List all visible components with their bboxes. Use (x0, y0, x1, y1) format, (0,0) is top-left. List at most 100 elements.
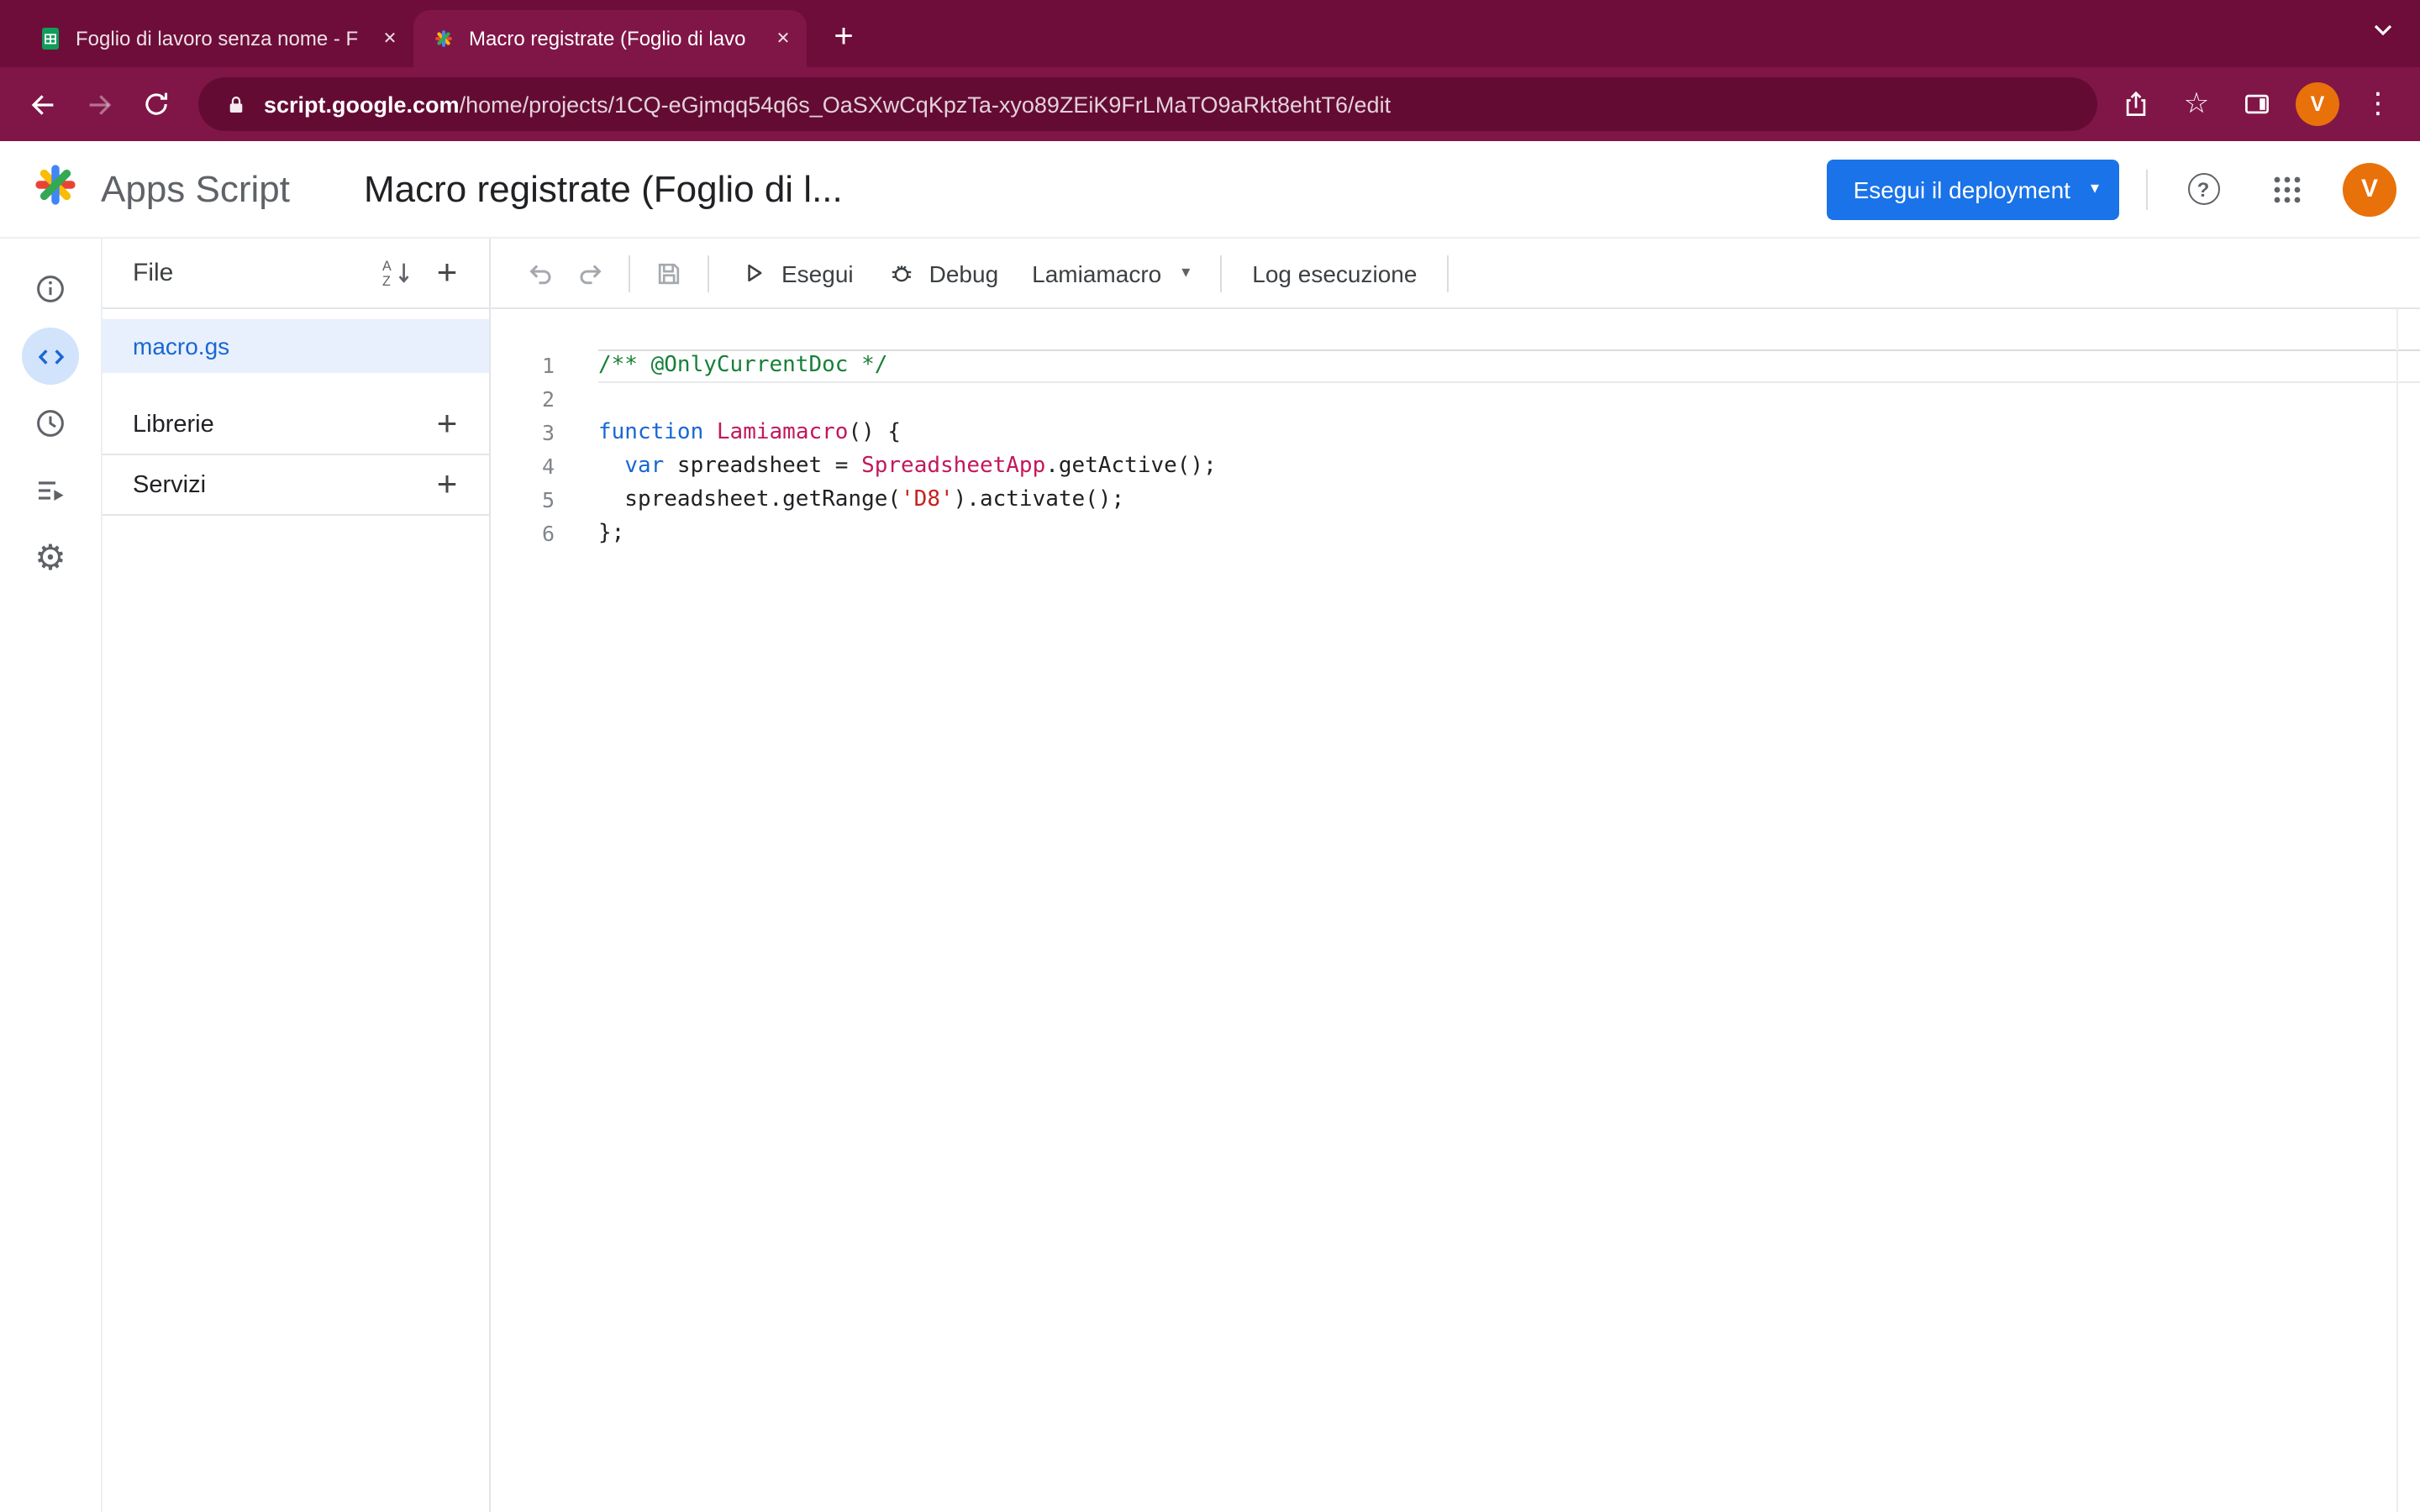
deploy-button-label: Esegui il deployment (1854, 176, 2070, 202)
editor-toolbar: Esegui Debug Lamiamacro ▾ Log esecuzione (491, 239, 2420, 309)
line-number[interactable]: 2 (491, 383, 555, 417)
add-file-button[interactable]: + (422, 248, 472, 298)
tab-title: Foglio di lavoro senza nome - F (76, 27, 363, 50)
toolbar-divider (1447, 255, 1449, 291)
code-line[interactable]: 5 spreadsheet.getRange('D8').activate(); (491, 484, 2420, 517)
code-line-text: function Lamiamacro() { (598, 417, 2420, 450)
file-item-macro-gs[interactable]: macro.gs (103, 319, 489, 373)
browser-tab-strip: Foglio di lavoro senza nome - F ✕ Macro … (0, 0, 2420, 67)
code-line[interactable]: 1 /** @OnlyCurrentDoc */ (491, 349, 2420, 383)
add-library-button[interactable]: + (422, 399, 472, 449)
code-icon (22, 328, 79, 385)
save-button[interactable] (644, 246, 694, 300)
code-line-text: spreadsheet.getRange('D8').activate(); (598, 484, 2420, 517)
files-panel-header: File AZ + (103, 239, 489, 309)
deploy-button[interactable]: Esegui il deployment ▾ (1827, 159, 2119, 219)
code-lines: 1 /** @OnlyCurrentDoc */ 23 function Lamiam… (491, 349, 2420, 551)
function-selector[interactable]: Lamiamacro ▾ (1015, 246, 1207, 300)
browser-tab-apps-script[interactable]: Macro registrate (Foglio di lavo ✕ (413, 10, 807, 67)
run-label: Esegui (781, 260, 854, 286)
browser-menu-kebab-icon[interactable]: ⋮ (2353, 79, 2403, 129)
tab-search-button[interactable] (2373, 15, 2393, 45)
svg-text:Z: Z (381, 274, 390, 289)
section-label: Servizi (133, 471, 422, 498)
browser-tab-sheets[interactable]: Foglio di lavoro senza nome - F ✕ (20, 10, 413, 67)
chevron-down-icon (2373, 15, 2393, 45)
browser-actions: ☆ V ⋮ (2111, 79, 2403, 129)
bookmark-star-icon[interactable]: ☆ (2171, 79, 2222, 129)
rail-item-executions[interactable] (0, 457, 102, 524)
header-divider (2146, 169, 2148, 209)
new-tab-button[interactable]: + (820, 13, 867, 60)
project-title[interactable]: Macro registrate (Foglio di l... (364, 167, 843, 211)
url-domain: script.google.com (264, 92, 460, 117)
line-number[interactable]: 3 (491, 417, 555, 450)
browser-toolbar: script.google.com/home/projects/1CQ-eGjm… (0, 67, 2420, 141)
rail-item-overview[interactable] (0, 255, 102, 323)
help-button[interactable]: ? (2175, 160, 2232, 218)
rail-item-editor[interactable] (0, 323, 102, 390)
close-tab-icon[interactable]: ✕ (770, 25, 797, 52)
undo-button[interactable] (514, 246, 565, 300)
section-label: Librerie (133, 411, 422, 438)
sidebar-section-services[interactable]: Servizi + (103, 455, 489, 516)
toolbar-divider (1220, 255, 1222, 291)
rail-item-settings[interactable]: ⚙ (0, 524, 102, 591)
tab-title: Macro registrate (Foglio di lavo (469, 27, 756, 50)
forward-button[interactable] (71, 76, 128, 133)
close-tab-icon[interactable]: ✕ (376, 25, 403, 52)
line-number[interactable]: 1 (491, 349, 555, 383)
google-sheets-icon (39, 27, 62, 50)
url-text: script.google.com/home/projects/1CQ-eGjm… (264, 92, 1391, 117)
sort-az-icon[interactable]: AZ (371, 248, 422, 298)
svg-text:A: A (381, 259, 391, 274)
product-name: Apps Script (101, 167, 290, 211)
line-number[interactable]: 6 (491, 517, 555, 551)
code-line[interactable]: 6}; (491, 517, 2420, 551)
account-avatar[interactable]: V (2343, 162, 2396, 216)
redo-button[interactable] (565, 246, 615, 300)
browser-profile-avatar[interactable]: V (2296, 82, 2339, 126)
share-icon[interactable] (2111, 79, 2161, 129)
apps-script-logo-icon (432, 27, 455, 50)
address-bar[interactable]: script.google.com/home/projects/1CQ-eGjm… (198, 77, 2097, 131)
help-icon: ? (2187, 173, 2219, 205)
code-line-text: var spreadsheet = SpreadsheetApp.getActi… (598, 450, 2420, 484)
code-editor[interactable]: 1 /** @OnlyCurrentDoc */ 23 function Lamiam… (491, 309, 2420, 1512)
debug-bug-icon (887, 259, 916, 287)
code-line-text: /** @OnlyCurrentDoc */ (598, 349, 2420, 383)
google-apps-grid-icon[interactable] (2259, 160, 2316, 218)
code-line[interactable]: 2 (491, 383, 2420, 417)
line-number[interactable]: 4 (491, 450, 555, 484)
caret-down-icon: ▾ (2091, 180, 2099, 198)
caret-down-icon: ▾ (1181, 264, 1190, 282)
apps-script-brand[interactable]: Apps Script (27, 156, 290, 222)
code-line[interactable]: 3 function Lamiamacro() { (491, 417, 2420, 450)
back-button[interactable] (13, 76, 71, 133)
code-line-text: }; (598, 517, 2420, 551)
code-line-text (598, 383, 2420, 417)
screen: Foglio di lavoro senza nome - F ✕ Macro … (0, 0, 2420, 1512)
run-button[interactable]: Esegui (723, 246, 871, 300)
clock-icon (22, 395, 79, 452)
editor-scrollbar-track[interactable] (2396, 309, 2420, 1512)
sidebar-section-libraries[interactable]: Librerie + (103, 395, 489, 455)
execution-log-button[interactable]: Log esecuzione (1235, 246, 1434, 300)
side-panel-icon[interactable] (2232, 79, 2282, 129)
app-header: Apps Script Macro registrate (Foglio di … (0, 141, 2420, 239)
workspace: ⚙ File AZ + macro.gs Librerie + (0, 239, 2420, 1512)
line-number[interactable]: 5 (491, 484, 555, 517)
executions-list-icon (22, 462, 79, 519)
add-service-button[interactable]: + (422, 459, 472, 510)
rail-item-triggers[interactable] (0, 390, 102, 457)
header-actions: Esegui il deployment ▾ ? V (1827, 159, 2396, 219)
debug-button[interactable]: Debug (871, 246, 1016, 300)
function-selector-value: Lamiamacro (1032, 260, 1161, 286)
play-icon (739, 259, 768, 287)
reload-button[interactable] (128, 76, 185, 133)
execution-log-label: Log esecuzione (1252, 260, 1417, 286)
file-name: macro.gs (133, 333, 229, 360)
files-panel: File AZ + macro.gs Librerie + Servizi + (103, 239, 491, 1512)
code-line[interactable]: 4 var spreadsheet = SpreadsheetApp.getAc… (491, 450, 2420, 484)
url-path: /home/projects/1CQ-eGjmqq54q6s_OaSXwCqKp… (460, 92, 1392, 117)
